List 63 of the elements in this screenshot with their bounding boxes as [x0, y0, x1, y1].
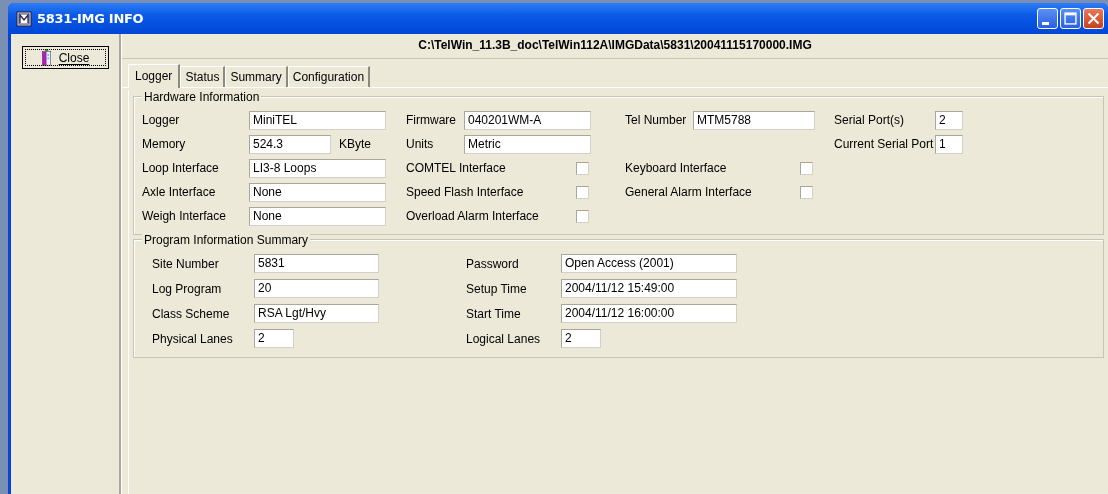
checkbox[interactable] [576, 161, 589, 175]
door-icon [40, 49, 52, 66]
field-label: Loop Interface [142, 161, 220, 175]
tab[interactable]: Summary [225, 66, 288, 87]
field-label: Logical Lanes [466, 331, 542, 346]
input-field[interactable]: 2004/11/12 16:00:00 [561, 304, 737, 323]
field-label: Axle Interface [142, 185, 217, 199]
field-label: Setup Time [466, 281, 528, 296]
input-field[interactable]: None [249, 182, 386, 202]
input-field[interactable]: 2 [561, 329, 601, 348]
input-field[interactable]: 2 [254, 329, 294, 348]
field-label: Start Time [466, 306, 522, 321]
field-label: Current Serial Port [834, 137, 935, 151]
checkbox[interactable] [800, 185, 813, 199]
field-label: Password [466, 256, 520, 271]
group-title: Program Information Summary [142, 233, 311, 247]
checkbox-label: General Alarm Interface [625, 185, 752, 199]
input-field[interactable]: 2004/11/12 15:49:00 [561, 279, 737, 298]
checkbox-label: Speed Flash Interface [406, 185, 524, 199]
checkbox-label: Keyboard Interface [625, 161, 727, 175]
unit-label: KByte [339, 137, 371, 151]
maximize-button[interactable] [1060, 8, 1081, 29]
field-label: Firmware [406, 113, 457, 127]
checkbox-label: COMTEL Interface [406, 161, 506, 175]
field-label: Log Program [152, 281, 223, 296]
field-label: Memory [142, 137, 187, 151]
field-label: Logger [142, 113, 181, 127]
tab[interactable]: Status [180, 66, 226, 87]
input-field[interactable]: 1 [935, 134, 963, 154]
input-field[interactable]: 524.3 [249, 134, 331, 154]
app-icon [16, 10, 32, 27]
checkbox[interactable] [576, 209, 589, 223]
checkbox[interactable] [800, 161, 813, 175]
input-field[interactable]: RSA Lgt/Hvy [254, 304, 379, 323]
input-field[interactable]: 040201WM-A [464, 110, 591, 130]
input-field[interactable]: 20 [254, 279, 379, 298]
tab[interactable]: Configuration [287, 66, 371, 87]
input-field[interactable]: Metric [464, 134, 591, 154]
minimize-button[interactable] [1037, 8, 1058, 29]
field-label: Physical Lanes [152, 331, 234, 346]
minimize-icon [1041, 22, 1049, 25]
checkbox-label: Overload Alarm Interface [406, 209, 539, 223]
tab[interactable]: Logger [128, 64, 181, 88]
field-label: Weigh Interface [142, 209, 227, 223]
input-field[interactable]: LI3-8 Loops [249, 158, 386, 178]
close-window-button[interactable] [1083, 8, 1104, 29]
group-title: Hardware Information [142, 90, 262, 104]
checkbox[interactable] [576, 185, 589, 199]
window-title: 5831-IMG INFO [37, 11, 145, 26]
field-label: Class Scheme [152, 306, 231, 321]
input-field[interactable]: 5831 [254, 254, 379, 273]
field-label: Tel Number [625, 113, 688, 127]
maximize-icon [1061, 9, 1080, 28]
file-path: C:\TelWin_11.3B_doc\TelWin112A\IMGData\5831\20041115170000.IMG [122, 34, 1108, 59]
field-label: Site Number [152, 256, 220, 271]
input-field[interactable]: 2 [935, 110, 963, 130]
input-field[interactable]: Open Access (2001) [561, 254, 737, 273]
field-label: Units [406, 137, 435, 151]
input-field[interactable]: MTM5788 [693, 110, 815, 130]
field-label: Serial Port(s) [834, 113, 905, 127]
close-button[interactable]: Close [21, 46, 109, 69]
input-field[interactable]: None [249, 206, 386, 226]
input-field[interactable]: MiniTEL [249, 110, 386, 130]
